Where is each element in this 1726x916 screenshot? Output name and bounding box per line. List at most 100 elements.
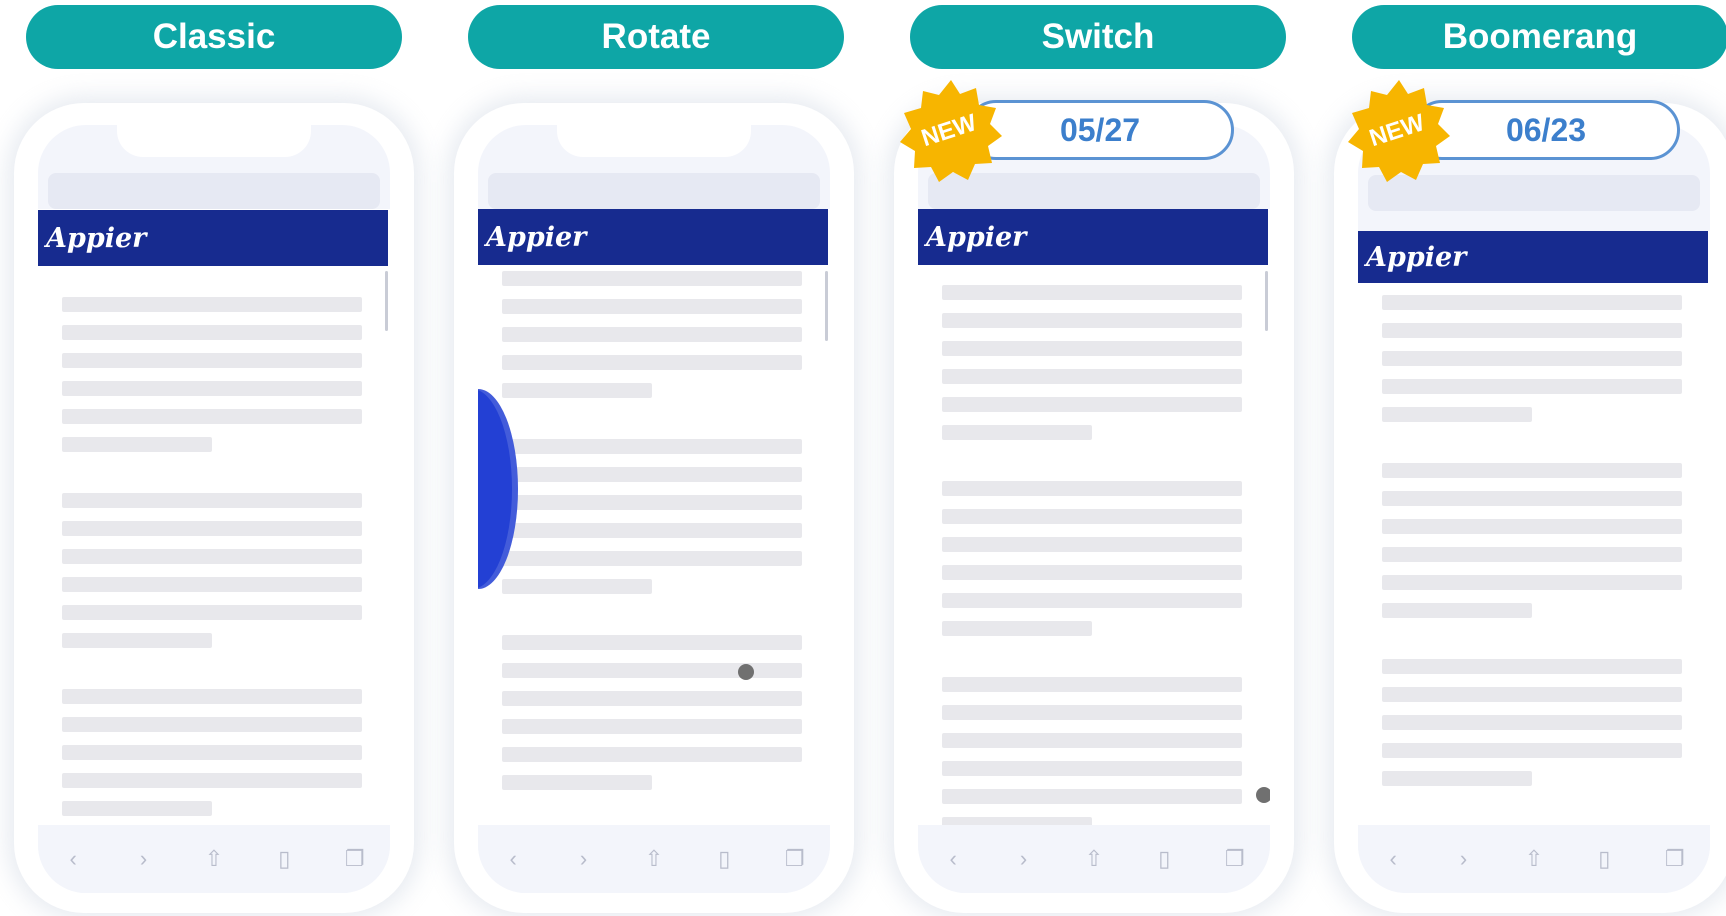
phone-screen: Appier ‹ › ⇧ ▯ ❐ <box>478 125 830 893</box>
browser-toolbar: ‹ › ⇧ ▯ ❐ <box>1358 825 1710 893</box>
text-placeholder-line <box>1382 547 1682 562</box>
format-tab-classic[interactable]: Classic <box>26 5 402 69</box>
text-placeholder-line <box>502 467 802 482</box>
text-placeholder-line <box>1382 575 1682 590</box>
text-placeholder-line <box>1382 295 1682 310</box>
text-placeholder-line <box>62 493 362 508</box>
text-placeholder-line <box>62 773 362 788</box>
tabs-icon[interactable]: ❐ <box>1220 846 1250 872</box>
text-placeholder-line <box>62 801 212 816</box>
phone-mockup: Appier ‹ › ⇧ ▯ ❐ <box>454 103 854 913</box>
text-placeholder-line <box>1382 323 1682 338</box>
text-placeholder-line <box>942 313 1242 328</box>
text-placeholder-line <box>62 409 362 424</box>
text-placeholder-line <box>502 691 802 706</box>
appier-header: Appier <box>1358 231 1708 283</box>
text-placeholder-line <box>502 271 802 286</box>
new-burst-icon: NEW <box>900 80 1002 182</box>
format-tab-boomerang[interactable]: Boomerang <box>1352 5 1726 69</box>
share-icon[interactable]: ⇧ <box>1079 846 1109 872</box>
text-placeholder-line <box>942 733 1242 748</box>
share-icon[interactable]: ⇧ <box>639 846 669 872</box>
text-placeholder-line <box>62 549 362 564</box>
text-placeholder-line <box>1382 659 1682 674</box>
back-icon[interactable]: ‹ <box>58 846 88 872</box>
text-placeholder-line <box>502 495 802 510</box>
scrollbar[interactable] <box>385 271 388 331</box>
appier-header: Appier <box>478 209 828 265</box>
text-placeholder-line <box>1382 351 1682 366</box>
forward-icon[interactable]: › <box>1449 846 1479 872</box>
phone-screen: Appier ‹ › ⇧ ▯ ❐ <box>38 125 390 893</box>
text-placeholder-line <box>942 341 1242 356</box>
ad-format-classic: Classic Appier ‹ › ⇧ ▯ ❐ <box>14 0 414 916</box>
text-placeholder-line <box>502 383 652 398</box>
tabs-icon[interactable]: ❐ <box>780 846 810 872</box>
text-placeholder-line <box>502 299 802 314</box>
text-placeholder-line <box>942 705 1242 720</box>
text-placeholder-line <box>502 523 802 538</box>
text-placeholder-line <box>942 481 1242 496</box>
text-placeholder-line <box>942 537 1242 552</box>
text-placeholder-line <box>502 439 802 454</box>
bookmarks-icon[interactable]: ▯ <box>1589 846 1619 872</box>
back-icon[interactable]: ‹ <box>938 846 968 872</box>
phone-mockup: Appier ‹ › ⇧ ▯ ❐ <box>894 103 1294 913</box>
back-icon[interactable]: ‹ <box>498 846 528 872</box>
browser-toolbar: ‹ › ⇧ ▯ ❐ <box>918 825 1270 893</box>
text-placeholder-line <box>942 565 1242 580</box>
text-placeholder-line <box>62 325 362 340</box>
text-placeholder-line <box>1382 715 1682 730</box>
bookmarks-icon[interactable]: ▯ <box>1149 846 1179 872</box>
article-content: Appier <box>1358 231 1710 825</box>
share-icon[interactable]: ⇧ <box>1519 846 1549 872</box>
text-placeholder-line <box>1382 379 1682 394</box>
phone-notch <box>117 125 311 157</box>
text-placeholder-line <box>62 577 362 592</box>
phone-screen: Appier ‹ › ⇧ ▯ ❐ <box>1358 125 1710 893</box>
back-icon[interactable]: ‹ <box>1378 846 1408 872</box>
browser-url-bar <box>488 173 820 209</box>
ad-format-rotate: Rotate Appier ‹ › ⇧ ▯ ❐ <box>454 0 854 916</box>
text-placeholder-line <box>502 775 652 790</box>
forward-icon[interactable]: › <box>1009 846 1039 872</box>
phone-screen: Appier ‹ › ⇧ ▯ ❐ <box>918 125 1270 893</box>
text-placeholder-line <box>1382 743 1682 758</box>
text-placeholder-line <box>942 369 1242 384</box>
forward-icon[interactable]: › <box>569 846 599 872</box>
share-icon[interactable]: ⇧ <box>199 846 229 872</box>
text-placeholder-line <box>942 593 1242 608</box>
article-content: Appier <box>478 209 830 825</box>
bookmarks-icon[interactable]: ▯ <box>709 846 739 872</box>
text-placeholder-line <box>942 789 1242 804</box>
appier-logo: Appier <box>1366 241 1467 273</box>
phone-mockup: Appier ‹ › ⇧ ▯ ❐ <box>1334 103 1726 913</box>
text-placeholder-line <box>502 747 802 762</box>
bookmarks-icon[interactable]: ▯ <box>269 846 299 872</box>
appier-logo: Appier <box>486 221 587 253</box>
text-placeholder-line <box>1382 407 1532 422</box>
release-date-badge: 05/27 <box>966 100 1234 160</box>
tabs-icon[interactable]: ❐ <box>1660 846 1690 872</box>
format-tab-switch[interactable]: Switch <box>910 5 1286 69</box>
format-tab-rotate[interactable]: Rotate <box>468 5 844 69</box>
text-placeholder-line <box>62 381 362 396</box>
text-placeholder-line <box>502 663 802 678</box>
text-placeholder-line <box>1382 687 1682 702</box>
text-placeholder-line <box>502 355 802 370</box>
article-content: Appier <box>38 209 390 825</box>
text-placeholder-line <box>62 717 362 732</box>
forward-icon[interactable]: › <box>129 846 159 872</box>
scrollbar[interactable] <box>1265 271 1268 331</box>
scrollbar[interactable] <box>825 271 828 341</box>
text-placeholder-line <box>1382 491 1682 506</box>
text-placeholder-line <box>942 621 1092 636</box>
text-placeholder-line <box>942 509 1242 524</box>
text-placeholder-line <box>942 761 1242 776</box>
browser-url-bar <box>48 173 380 209</box>
phone-notch <box>557 125 751 157</box>
text-placeholder-line <box>1382 519 1682 534</box>
tabs-icon[interactable]: ❐ <box>340 846 370 872</box>
browser-toolbar: ‹ › ⇧ ▯ ❐ <box>38 825 390 893</box>
text-placeholder-line <box>942 425 1092 440</box>
